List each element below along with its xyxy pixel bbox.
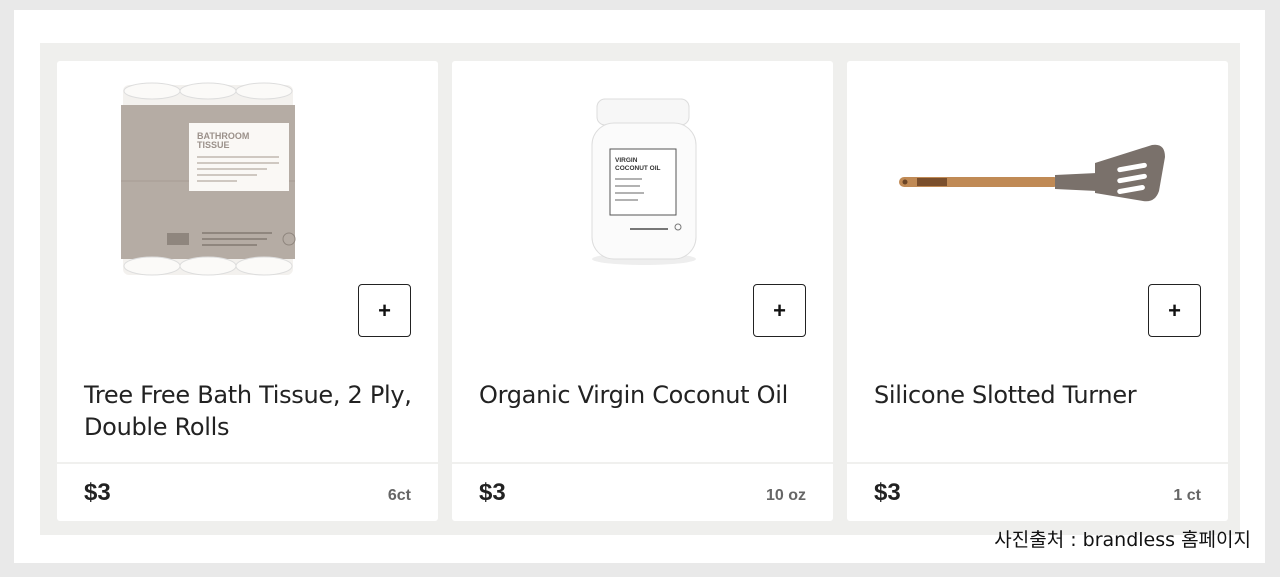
product-price: $3 (479, 479, 506, 506)
product-title[interactable]: Tree Free Bath Tissue, 2 Ply, Double Rol… (84, 379, 424, 443)
product-card-slotted-turner[interactable]: + Silicone Slotted Turner $3 1 ct (847, 61, 1228, 521)
add-to-cart-button[interactable]: + (1148, 284, 1201, 337)
product-title[interactable]: Silicone Slotted Turner (874, 379, 1214, 411)
card-divider (57, 462, 438, 464)
product-card-bath-tissue[interactable]: BATHROOM TISSUE + Tree Free Bath Tissue,… (57, 61, 438, 521)
product-card-coconut-oil[interactable]: VIRGIN COCONUT OIL + Organic Virgin Coco… (452, 61, 833, 521)
plus-icon: + (378, 297, 391, 323)
plus-icon: + (1168, 297, 1181, 323)
jar-text-line1: VIRGIN (615, 157, 638, 164)
card-divider (452, 462, 833, 464)
package-text-line2: TISSUE (197, 140, 230, 150)
jar-text-line2: COCONUT OIL (615, 165, 661, 172)
product-unit: 6ct (387, 487, 411, 504)
card-divider (847, 462, 1228, 464)
add-to-cart-button[interactable]: + (753, 284, 806, 337)
product-price: $3 (84, 479, 111, 506)
product-unit: 1 ct (1173, 487, 1201, 504)
image-source-caption: 사진출처 : brandless 홈페이지 (994, 529, 1251, 551)
product-title[interactable]: Organic Virgin Coconut Oil (479, 379, 819, 411)
plus-icon: + (773, 297, 786, 323)
product-unit: 10 oz (765, 487, 806, 504)
product-price: $3 (874, 479, 901, 506)
add-to-cart-button[interactable]: + (358, 284, 411, 337)
